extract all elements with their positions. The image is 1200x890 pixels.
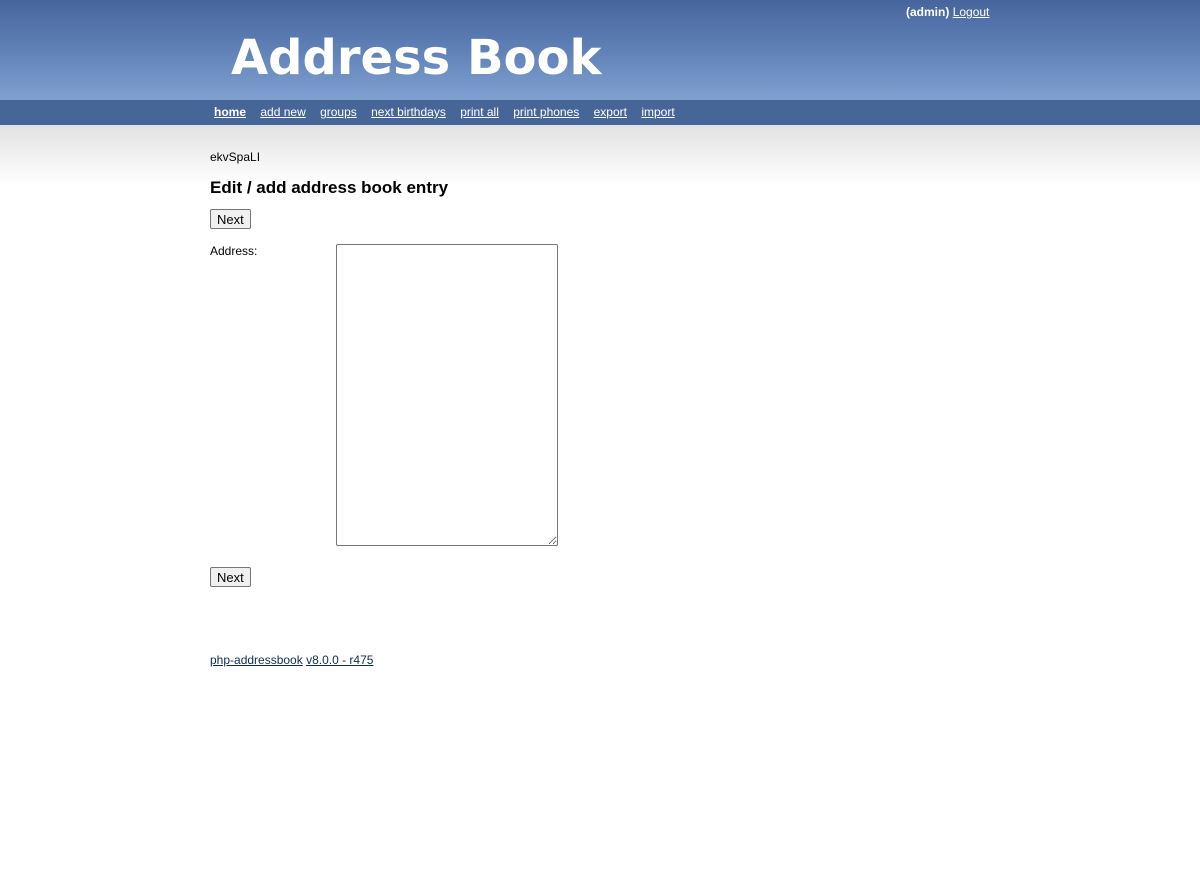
user-area: (admin) Logout [906,5,989,19]
nav-bar: home add new groups next birthdays print… [0,100,1200,125]
address-book-logo: Address Book [231,30,602,86]
nav-print-all-link[interactable]: print all [460,105,499,119]
nav-print-phones-link[interactable]: print phones [513,105,579,119]
nav-home-link[interactable]: home [214,105,246,119]
address-textarea[interactable] [336,244,558,546]
nav-add-new-link[interactable]: add new [260,105,305,119]
page-title: Edit / add address book entry [210,178,449,197]
nav-groups-link[interactable]: groups [320,105,357,119]
nav-next-birthdays-link[interactable]: next birthdays [371,105,446,119]
next-button-top[interactable]: Next [210,209,251,229]
version-link[interactable]: v8.0.0 - r475 [306,653,373,667]
nav-import-link[interactable]: import [641,105,674,119]
next-button-bottom[interactable]: Next [210,567,251,587]
group-name: ekvSpaLI [210,150,261,164]
address-label: Address: [210,244,258,258]
header: (admin) Logout Address Book [0,0,1200,100]
nav-export-link[interactable]: export [594,105,627,119]
main-content: ekvSpaLI Edit / add address book entry N… [210,150,1110,667]
footer: php-addressbook v8.0.0 - r475 [210,653,373,667]
project-link[interactable]: php-addressbook [210,653,303,667]
username-label: (admin) [906,5,950,19]
nav-links: home add new groups next birthdays print… [214,105,686,119]
logout-link[interactable]: Logout [953,5,990,19]
